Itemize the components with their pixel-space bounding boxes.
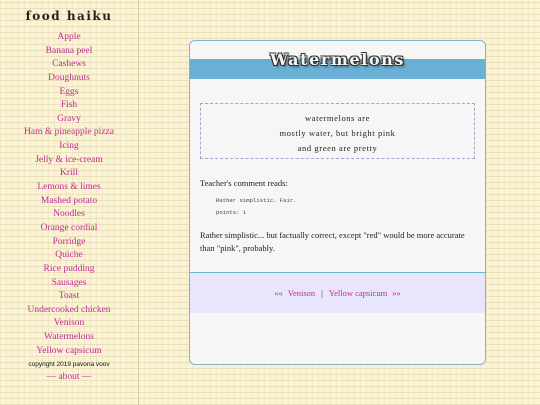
next-link[interactable]: Yellow capsicum [329, 288, 387, 298]
comment-label: Teacher's comment reads: [200, 178, 288, 188]
comment-points: points: 1 [216, 209, 247, 216]
nav-item-venison[interactable]: Venison [0, 317, 138, 331]
nav-item-krill[interactable]: Krill [0, 167, 138, 181]
poem-line: and green are pretty [297, 143, 378, 153]
nav-list: Apple Banana peel Cashews Doughnuts Eggs Fish… [0, 31, 138, 358]
copyright-text: copyright 2019 pavona voov [28, 361, 110, 369]
pagination-bar: «« Venison | Yellow capsicum »» [190, 272, 485, 313]
nav-item-gravy[interactable]: Gravy [0, 113, 138, 127]
nav-item-noodles[interactable]: Noodles [0, 208, 138, 222]
nav-item-quiche[interactable]: Quiche [0, 249, 138, 263]
nav-item-banana-peel[interactable]: Banana peel [0, 45, 138, 59]
nav-item-watermelons[interactable]: Watermelons [0, 331, 138, 345]
nav-item-undercooked-chicken[interactable]: Undercooked chicken [0, 304, 138, 318]
nav-item-lemons-limes[interactable]: Lemons & limes [0, 181, 138, 195]
nav-item-yellow-capsicum[interactable]: Yellow capsicum [0, 345, 138, 359]
pagination-separator: | [321, 288, 323, 298]
site-title: food haiku [25, 9, 113, 23]
nav-item-rice-pudding[interactable]: Rice pudding [0, 263, 138, 277]
nav-item-ham-pineapple-pizza[interactable]: Ham & pineapple pizza [0, 126, 138, 140]
nav-item-porridge[interactable]: Porridge [0, 236, 138, 250]
remark-text: Rather simplistic... but factually corre… [200, 230, 465, 253]
prev-arrow-icon[interactable]: «« [274, 288, 283, 298]
next-arrow-icon[interactable]: »» [392, 288, 401, 298]
nav-item-sausages[interactable]: Sausages [0, 277, 138, 291]
nav-item-cashews[interactable]: Cashews [0, 58, 138, 72]
haiku-card: Watermelons watermelons are mostly water… [189, 40, 486, 365]
nav-item-jelly-ice-cream[interactable]: Jelly & ice-cream [0, 154, 138, 168]
nav-item-apple[interactable]: Apple [0, 31, 138, 45]
comment-text: Rather simplistic. Fair. [216, 197, 297, 204]
page-title: Watermelons [269, 50, 406, 69]
nav-item-toast[interactable]: Toast [0, 290, 138, 304]
prev-link[interactable]: Venison [288, 288, 315, 298]
nav-item-fish[interactable]: Fish [0, 99, 138, 113]
nav-item-mashed-potato[interactable]: Mashed potato [0, 195, 138, 209]
poem-line: watermelons are [305, 113, 370, 123]
poem-line: mostly water, but bright pink [279, 128, 396, 138]
nav-item-icing[interactable]: Icing [0, 140, 138, 154]
nav-item-orange-cordial[interactable]: Orange cordial [0, 222, 138, 236]
poem-box: watermelons are mostly water, but bright… [200, 103, 475, 159]
nav-item-eggs[interactable]: Eggs [0, 86, 138, 100]
about-link[interactable]: — about — [0, 371, 138, 384]
nav-item-doughnuts[interactable]: Doughnuts [0, 72, 138, 86]
sidebar: food haiku Apple Banana peel Cashews Doughn… [0, 0, 139, 405]
